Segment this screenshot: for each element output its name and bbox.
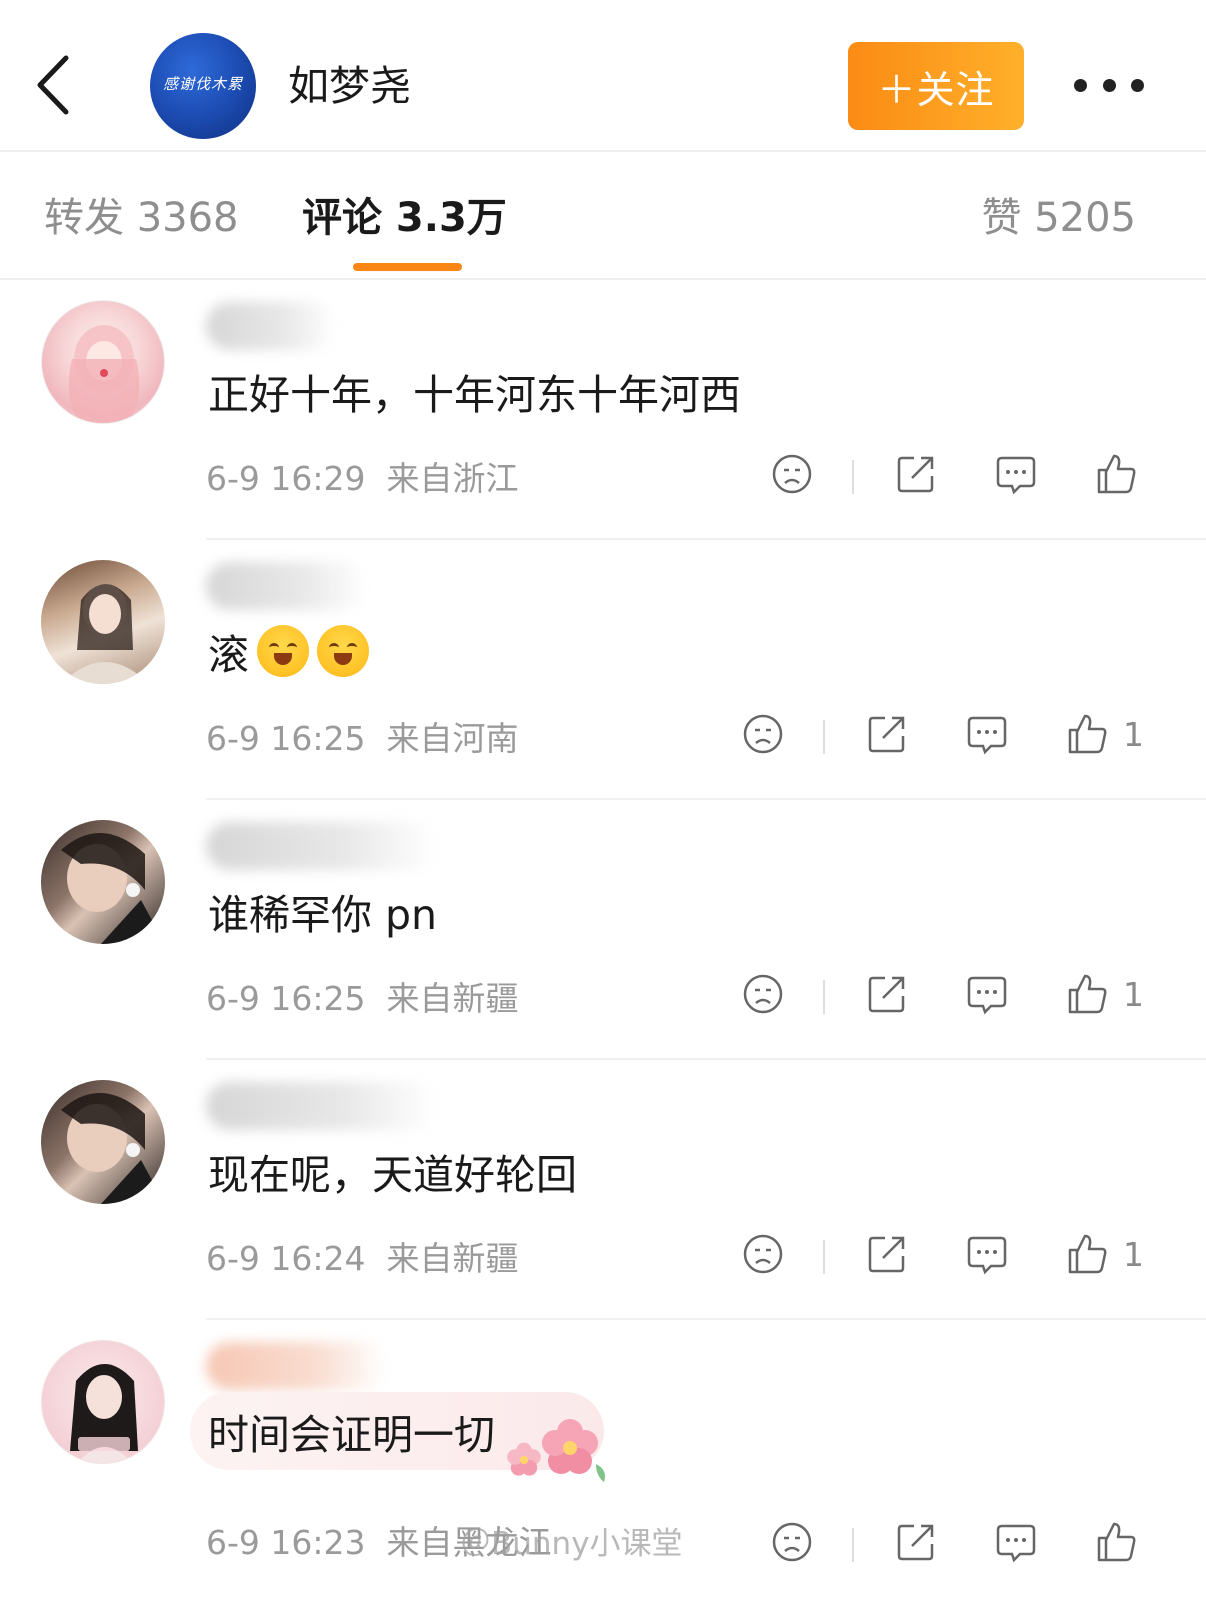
reply-icon[interactable] [994, 1520, 1038, 1564]
reply-icon[interactable] [965, 712, 1009, 756]
comment-time: 6-9 16:24 [206, 1239, 366, 1278]
avatar-illustration [68, 325, 140, 423]
comment-text: 谁稀罕你 pn [208, 891, 438, 939]
comment-item: 现在呢，天道好轮回 6-9 16:24 来自新疆 1 [0, 1060, 1206, 1320]
like-thumb-icon[interactable] [1094, 1520, 1138, 1564]
account-name[interactable]: 如梦尧 [288, 56, 411, 116]
follow-button[interactable]: ＋关注 [848, 42, 1024, 130]
tab-likes[interactable]: 赞 5205 [981, 190, 1136, 246]
avatar-photo [70, 1364, 138, 1463]
action-separator [852, 460, 854, 494]
comment-meta: 6-9 16:24 来自新疆 [206, 1236, 518, 1282]
comment-item: 正好十年，十年河东十年河西 6-9 16:29 来自浙江 [0, 280, 1206, 540]
share-icon[interactable] [894, 452, 938, 496]
comment-text: 滚 [208, 625, 369, 685]
tab-reposts[interactable]: 转发 3368 [44, 190, 239, 246]
comment-time: 6-9 16:23 [206, 1523, 366, 1562]
post-stats-tabs: 转发 3368 评论 3.3万 赞 5205 [0, 152, 1206, 280]
action-separator [823, 1240, 825, 1274]
action-separator [823, 720, 825, 754]
comment-time: 6-9 16:25 [206, 979, 366, 1018]
avatar-photo [61, 832, 165, 944]
flower-decoration-icon [507, 1419, 605, 1482]
more-options-icon[interactable] [1074, 70, 1144, 100]
like-thumb-icon[interactable] [1094, 452, 1138, 496]
comment-location: 来自浙江 [386, 459, 519, 498]
comment-actions: 1 [741, 1232, 1161, 1284]
share-icon[interactable] [865, 712, 909, 756]
like-thumb-icon[interactable] [1065, 712, 1109, 756]
like-count: 1 [1123, 715, 1144, 754]
top-bar: 感谢伐木累 如梦尧 ＋关注 [0, 0, 1206, 152]
commenter-avatar[interactable] [41, 820, 165, 944]
active-tab-indicator [353, 263, 462, 271]
hug-face-emoji [257, 625, 309, 677]
comment-text: 现在呢，天道好轮回 [208, 1151, 577, 1199]
share-icon[interactable] [865, 1232, 909, 1276]
comment-time: 6-9 16:29 [206, 459, 366, 498]
commenter-avatar[interactable] [41, 1080, 165, 1204]
comment-location: 来自新疆 [386, 979, 519, 1018]
comment-actions: 1 [741, 712, 1161, 764]
comment-actions: 1 [741, 972, 1161, 1024]
comment-text: 时间会证明一切 [208, 1411, 495, 1459]
tab-comments[interactable]: 评论 3.3万 [302, 190, 507, 246]
account-avatar[interactable]: 感谢伐木累 [150, 33, 256, 139]
commenter-name-blurred[interactable] [206, 562, 366, 610]
dislike-face-icon[interactable] [770, 452, 814, 496]
avatar-calligraphy: 感谢伐木累 [162, 75, 243, 93]
commenter-name-blurred[interactable] [206, 1082, 436, 1130]
dislike-face-icon[interactable] [741, 972, 785, 1016]
comment-item: 滚 6-9 16:25 来自河南 1 [0, 540, 1206, 800]
comment-actions [770, 1520, 1170, 1572]
action-separator [823, 980, 825, 1014]
comment-meta: 6-9 16:29 来自浙江 [206, 456, 518, 502]
watermark: ＠Bunny小课堂 [460, 1526, 683, 1562]
comment-actions [770, 452, 1170, 504]
comment-item: 谁稀罕你 pn 6-9 16:25 来自新疆 1 [0, 800, 1206, 1060]
avatar-photo [61, 1092, 165, 1204]
chevron-left-icon[interactable] [30, 52, 80, 118]
comment-meta: 6-9 16:25 来自新疆 [206, 976, 518, 1022]
commenter-name-blurred[interactable] [206, 1342, 386, 1390]
like-count: 1 [1123, 975, 1144, 1014]
avatar-photo [61, 584, 149, 684]
like-count: 1 [1123, 1235, 1144, 1274]
commenter-avatar[interactable] [41, 300, 165, 424]
comment-time: 6-9 16:25 [206, 719, 366, 758]
dislike-face-icon[interactable] [741, 1232, 785, 1276]
like-thumb-icon[interactable] [1065, 972, 1109, 1016]
comment-text-content: 滚 [208, 631, 249, 679]
hug-face-emoji [317, 625, 369, 677]
commenter-name-blurred[interactable] [206, 302, 336, 350]
comment-text: 正好十年，十年河东十年河西 [208, 371, 741, 419]
reply-icon[interactable] [965, 1232, 1009, 1276]
reply-icon[interactable] [994, 452, 1038, 496]
share-icon[interactable] [865, 972, 909, 1016]
dislike-face-icon[interactable] [741, 712, 785, 756]
commenter-name-blurred[interactable] [206, 822, 436, 870]
like-thumb-icon[interactable] [1065, 1232, 1109, 1276]
comment-meta: 6-9 16:25 来自河南 [206, 716, 518, 762]
commenter-avatar[interactable] [41, 560, 165, 684]
reply-icon[interactable] [965, 972, 1009, 1016]
dislike-face-icon[interactable] [770, 1520, 814, 1564]
commenter-avatar[interactable] [41, 1340, 165, 1464]
share-icon[interactable] [894, 1520, 938, 1564]
action-separator [852, 1528, 854, 1562]
comment-location: 来自河南 [386, 719, 519, 758]
comment-location: 来自新疆 [386, 1239, 519, 1278]
